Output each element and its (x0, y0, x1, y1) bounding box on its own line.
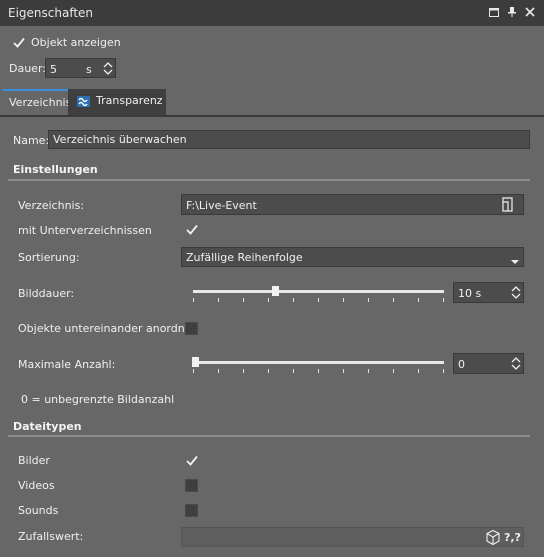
duration-spinner[interactable] (102, 60, 114, 77)
filetypes-divider (8, 435, 530, 437)
slider-tick (268, 298, 269, 302)
maximize-icon[interactable] (488, 6, 500, 18)
max-count-slider[interactable] (192, 353, 444, 375)
sounds-label: Sounds (18, 504, 59, 517)
pin-icon[interactable] (506, 6, 518, 18)
max-count-spinner[interactable] (510, 355, 522, 372)
slider-tick (393, 298, 394, 302)
slider-tick (343, 369, 344, 373)
filetypes-header: Dateitypen (13, 420, 82, 433)
arrange-checkbox[interactable] (185, 322, 198, 335)
slider-tick (293, 369, 294, 373)
slider-tick (243, 369, 244, 373)
folder-browse-icon[interactable] (500, 196, 516, 213)
subdirs-label: mit Unterverzeichnissen (18, 224, 152, 237)
slider-tick (393, 369, 394, 373)
sort-value: Zufällige Reihenfolge (186, 251, 303, 264)
name-value: Verzeichnis überwachen (53, 133, 187, 146)
max-count-hint: 0 = unbegrenzte Bildanzahl (21, 393, 175, 406)
settings-header: Einstellungen (13, 163, 98, 176)
image-duration-value: 10 s (458, 287, 482, 300)
title-bar: Eigenschaften (0, 0, 544, 26)
show-object-checkbox[interactable] (12, 36, 26, 50)
images-label: Bilder (18, 454, 50, 467)
random-field[interactable]: ?,? (181, 527, 524, 547)
duration-unit: s (86, 63, 92, 76)
slider-thumb[interactable] (192, 357, 199, 367)
slider-tick (443, 298, 444, 302)
sort-label: Sortierung: (18, 251, 80, 264)
slider-tick (193, 298, 194, 302)
images-checkbox[interactable] (185, 454, 199, 468)
max-count-label: Maximale Anzahl: (18, 358, 116, 371)
close-icon[interactable] (524, 6, 536, 18)
slider-tick (418, 298, 419, 302)
show-object-label: Objekt anzeigen (31, 36, 121, 49)
dice-icon[interactable] (485, 529, 501, 546)
chevron-down-icon (510, 254, 520, 264)
slider-tick (268, 369, 269, 373)
slider-tick (218, 298, 219, 302)
slider-tick (318, 298, 319, 302)
tab-verzeichnis-label: Verzeichnis (9, 96, 72, 109)
duration-label: Dauer: (9, 62, 46, 75)
directory-field[interactable]: F:\Live-Event (181, 194, 524, 215)
arrange-label: Objekte untereinander anordnen (18, 322, 199, 335)
slider-tick (343, 298, 344, 302)
sort-select[interactable]: Zufällige Reihenfolge (181, 247, 524, 267)
slider-tick (218, 369, 219, 373)
settings-divider (8, 179, 530, 181)
random-label: Zufallswert: (18, 530, 84, 543)
tab-verzeichnis[interactable]: Verzeichnis (2, 89, 72, 115)
slider-tick (368, 369, 369, 373)
slider-tick (368, 298, 369, 302)
image-duration-label: Bilddauer: (18, 287, 75, 300)
tab-underline (0, 115, 544, 117)
videos-label: Videos (18, 479, 55, 492)
name-label: Name: (13, 134, 50, 147)
tab-transparenz-label: Transparenz (96, 94, 163, 107)
image-duration-slider[interactable] (193, 282, 444, 304)
sounds-checkbox[interactable] (185, 504, 198, 517)
videos-checkbox[interactable] (185, 479, 198, 492)
slider-thumb[interactable] (272, 286, 279, 296)
name-field[interactable]: Verzeichnis überwachen (48, 130, 530, 149)
directory-label: Verzeichnis: (18, 199, 85, 212)
tab-transparenz[interactable]: Transparenz (68, 89, 166, 115)
slider-tick (293, 298, 294, 302)
slider-tick (243, 298, 244, 302)
window-title: Eigenschaften (8, 6, 94, 20)
slider-track (193, 361, 444, 364)
max-count-field[interactable]: 0 (453, 353, 524, 374)
slider-tick (193, 369, 194, 373)
image-duration-spinner[interactable] (510, 284, 522, 301)
slider-track (193, 290, 444, 293)
duration-field[interactable]: 5 s (45, 58, 116, 78)
slider-tick (318, 369, 319, 373)
max-count-value: 0 (458, 358, 465, 371)
help-random-icon[interactable]: ?,? (504, 529, 521, 546)
slider-tick (418, 369, 419, 373)
duration-value: 5 (50, 63, 57, 76)
subdirs-checkbox[interactable] (185, 223, 199, 237)
directory-value: F:\Live-Event (186, 199, 257, 212)
image-duration-field[interactable]: 10 s (453, 282, 524, 303)
slider-tick (443, 369, 444, 373)
transparency-icon (76, 94, 91, 109)
